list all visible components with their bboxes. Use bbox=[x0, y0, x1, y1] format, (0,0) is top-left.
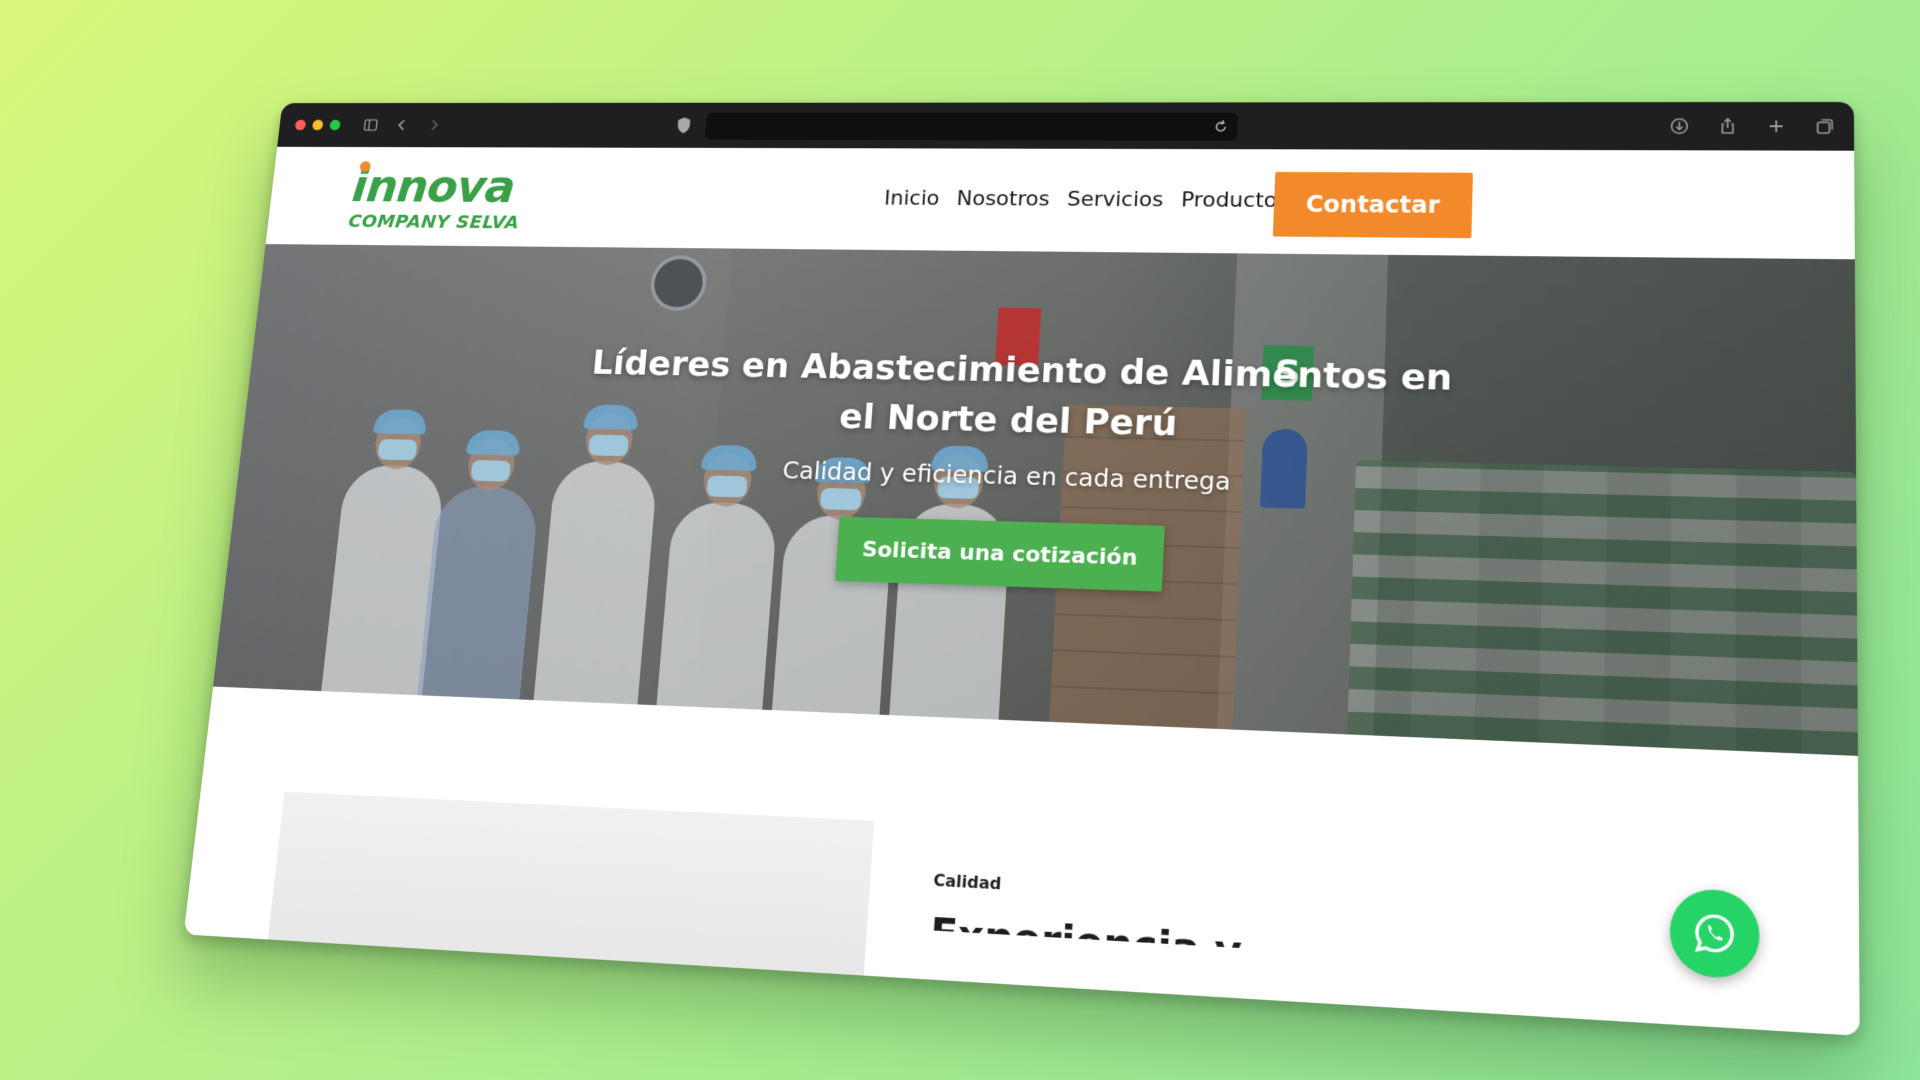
section-title: Experiencia y Variedad bbox=[930, 912, 1453, 961]
nav-item-servicios[interactable]: Servicios bbox=[1066, 188, 1164, 212]
share-icon[interactable] bbox=[1714, 114, 1741, 139]
plus-icon[interactable] bbox=[1762, 114, 1790, 139]
nav-item-inicio[interactable]: Inicio bbox=[883, 187, 940, 210]
hero-subtitle: Calidad y eficiencia en cada entrega bbox=[781, 456, 1232, 496]
hero-title: Líderes en Abastecimiento de Alimentos e… bbox=[590, 343, 1453, 445]
sidebar-icon[interactable] bbox=[358, 114, 383, 137]
contact-button[interactable]: Contactar bbox=[1272, 171, 1473, 239]
logo-subtitle: COMPANY SELVA bbox=[347, 209, 521, 233]
window-controls bbox=[294, 119, 341, 131]
chevron-left-icon[interactable] bbox=[390, 114, 415, 137]
browser-toolbar bbox=[277, 101, 1855, 151]
nav-item-nosotros[interactable]: Nosotros bbox=[956, 187, 1051, 211]
download-icon[interactable] bbox=[1666, 114, 1693, 139]
logo-wordmark: innova bbox=[349, 160, 518, 213]
nav-item-productos[interactable]: Productos bbox=[1181, 188, 1290, 212]
section-image bbox=[265, 791, 875, 997]
tabs-overview-icon[interactable] bbox=[1811, 114, 1839, 139]
site-header: innova COMPANY SELVA Inicio Nosotros Ser… bbox=[265, 146, 1855, 260]
request-quote-button[interactable]: Solicita una cotización bbox=[834, 516, 1165, 592]
shield-icon[interactable] bbox=[673, 115, 695, 135]
desktop-background: innova COMPANY SELVA Inicio Nosotros Ser… bbox=[0, 0, 1920, 1080]
hero-section: S Líderes en Abastecimiento de Alimentos… bbox=[213, 244, 1858, 756]
whatsapp-icon bbox=[1691, 909, 1738, 958]
whatsapp-button[interactable] bbox=[1669, 887, 1760, 980]
address-bar[interactable] bbox=[704, 112, 1239, 141]
chevron-right-icon[interactable] bbox=[421, 114, 446, 137]
minimize-window-button[interactable] bbox=[311, 119, 324, 131]
maximize-window-button[interactable] bbox=[329, 119, 341, 131]
close-window-button[interactable] bbox=[294, 119, 307, 131]
browser-actions bbox=[1666, 114, 1839, 139]
company-logo[interactable]: innova COMPANY SELVA bbox=[347, 160, 532, 234]
main-nav: Inicio Nosotros Servicios Productos bbox=[883, 187, 1289, 213]
section-title-text: Experiencia y Variedad bbox=[930, 911, 1243, 961]
browser-window: innova COMPANY SELVA Inicio Nosotros Ser… bbox=[183, 101, 1860, 1036]
reload-icon[interactable] bbox=[1212, 118, 1230, 135]
section-eyebrow: Calidad bbox=[932, 870, 1002, 894]
